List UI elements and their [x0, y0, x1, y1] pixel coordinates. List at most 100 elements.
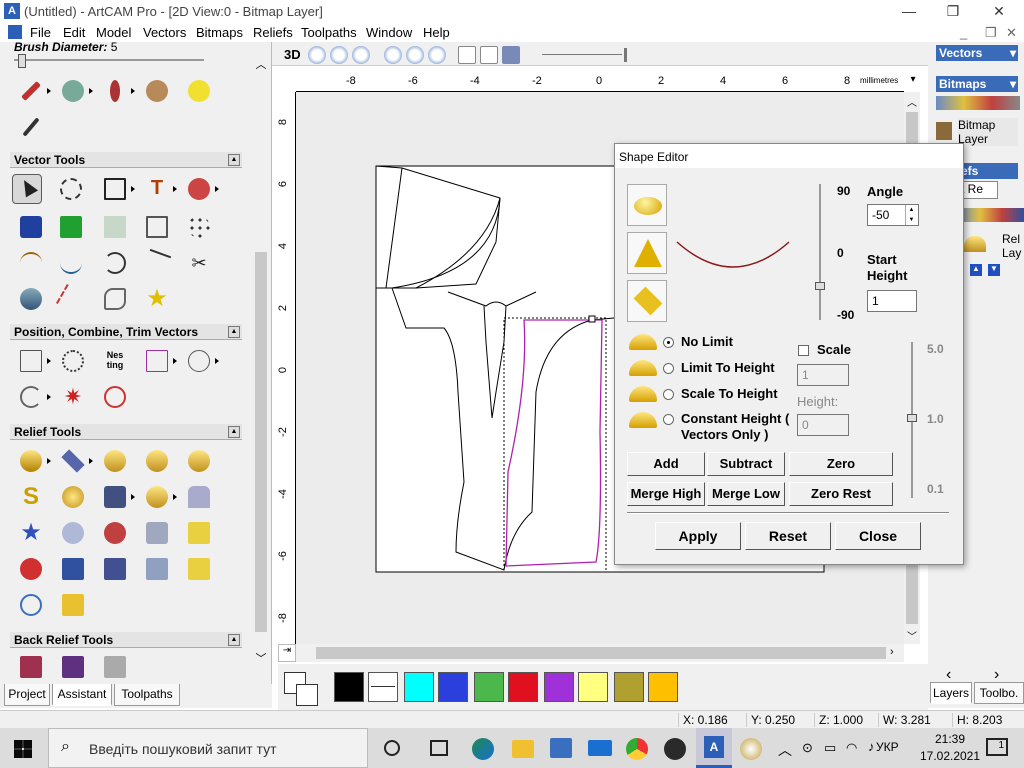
wave-icon[interactable]: [56, 248, 86, 278]
scroll-thumb[interactable]: [255, 252, 267, 632]
spin-relief-icon[interactable]: [184, 446, 214, 476]
swatch-cyan[interactable]: [404, 672, 434, 702]
group-icon[interactable]: [142, 346, 177, 376]
vectors-header[interactable]: Vectors ▾: [936, 45, 1018, 61]
smooth-icon[interactable]: [142, 482, 177, 512]
tab-assistant[interactable]: Assistant: [52, 684, 112, 706]
rectangle-icon[interactable]: [100, 174, 135, 204]
scroll-up-icon[interactable]: ︿: [254, 56, 268, 71]
ruler-toggle-icon[interactable]: ⇥: [278, 644, 296, 662]
constant-height-label[interactable]: Constant Height ( Vectors Only ): [681, 411, 793, 443]
node-edit-icon[interactable]: [56, 174, 86, 204]
snake-icon[interactable]: S: [16, 482, 46, 512]
collapse-icon[interactable]: ▾: [1010, 76, 1016, 92]
wifi-icon[interactable]: ◠: [846, 740, 857, 756]
abc-grid-icon[interactable]: [100, 212, 130, 242]
reliefs-header[interactable]: efs: [958, 163, 1018, 179]
back-relief-3-icon[interactable]: [100, 652, 130, 682]
relief-layer-combo[interactable]: t Re: [958, 181, 998, 199]
secondary-color-icon[interactable]: [296, 684, 318, 706]
bitmap-layer-item[interactable]: Bitmap Layer: [958, 118, 1018, 146]
medical-cross-icon[interactable]: [56, 212, 86, 242]
tab-toolpaths[interactable]: Toolpaths: [114, 684, 180, 706]
mdi-restore-icon[interactable]: ❐: [985, 25, 997, 41]
shape-round-button[interactable]: [627, 184, 667, 226]
offset-star-icon[interactable]: ✷: [58, 382, 88, 412]
no-limit-radio[interactable]: [663, 337, 674, 348]
no-limit-label[interactable]: No Limit: [681, 334, 733, 349]
sphere-mesh-icon[interactable]: [16, 590, 46, 620]
sculpt-icon[interactable]: [184, 482, 214, 512]
view-slider[interactable]: [542, 54, 622, 55]
menu-help[interactable]: Help: [423, 25, 450, 40]
mdi-minimize-icon[interactable]: _: [960, 25, 967, 40]
document-icon[interactable]: [8, 25, 22, 39]
draw-line-icon[interactable]: [16, 112, 46, 142]
minimize-icon[interactable]: —: [886, 0, 932, 22]
scale-relief-icon[interactable]: [184, 554, 214, 584]
view-slider-thumb[interactable]: [624, 48, 627, 62]
add-button[interactable]: Add: [627, 452, 705, 476]
sweep-icon[interactable]: [55, 283, 87, 315]
tab-project[interactable]: Project: [4, 684, 50, 706]
texture-icon[interactable]: [100, 482, 135, 512]
column-icon[interactable]: [58, 554, 88, 584]
swatch-olive[interactable]: [614, 672, 644, 702]
swatch-orange[interactable]: [648, 672, 678, 702]
menu-file[interactable]: File: [30, 25, 51, 40]
zoom-box-icon[interactable]: [352, 46, 370, 64]
apply-button[interactable]: Apply: [655, 522, 741, 550]
trim-scissors-icon[interactable]: ✂: [184, 248, 214, 278]
relief-layer-item[interactable]: Rel Lay: [1002, 232, 1024, 260]
menu-bitmaps[interactable]: Bitmaps: [196, 25, 243, 40]
restore-icon[interactable]: ❐: [930, 0, 976, 22]
profile-icon[interactable]: [100, 284, 130, 314]
battery-icon[interactable]: ▭: [824, 740, 836, 756]
angle-icon[interactable]: [142, 248, 172, 278]
scroll-down-icon[interactable]: ﹀: [254, 650, 268, 665]
circle-array-icon[interactable]: [58, 346, 88, 376]
back-relief-2-icon[interactable]: [58, 652, 88, 682]
grid-icon[interactable]: [142, 212, 172, 242]
angle-slider-thumb[interactable]: [815, 282, 825, 290]
scroll-up-icon[interactable]: ︿: [905, 94, 919, 109]
language-indicator[interactable]: УКР: [876, 740, 899, 754]
swatch-yellow[interactable]: [578, 672, 608, 702]
menu-edit[interactable]: Edit: [63, 25, 85, 40]
clock-time[interactable]: 21:39: [920, 732, 980, 746]
ruler-dropdown-icon[interactable]: ▾: [906, 74, 920, 92]
weave-icon[interactable]: [58, 482, 88, 512]
collapse-icon[interactable]: ▲: [228, 154, 240, 166]
view-mode-3-icon[interactable]: [502, 46, 520, 64]
scale-height-label[interactable]: Scale To Height: [681, 386, 778, 401]
limit-height-label[interactable]: Limit To Height: [681, 360, 775, 375]
task-view-icon[interactable]: [430, 740, 448, 756]
swatch-green[interactable]: [474, 672, 504, 702]
color-picker-icon[interactable]: [100, 76, 135, 106]
mail-icon[interactable]: [588, 740, 612, 756]
zoom-previous-icon[interactable]: [406, 46, 424, 64]
tilt-icon[interactable]: [100, 554, 130, 584]
bitmaps-header[interactable]: Bitmaps ▾: [936, 76, 1018, 92]
bitmap-thumbnail-icon[interactable]: [936, 122, 952, 140]
swatch-purple[interactable]: [544, 672, 574, 702]
height-scale-thumb[interactable]: [907, 414, 917, 422]
star-relief-icon[interactable]: ★: [16, 518, 46, 548]
move-down-icon[interactable]: ▼: [988, 264, 1000, 276]
zoom-in-icon[interactable]: [308, 46, 326, 64]
collapse-icon[interactable]: ▲: [228, 634, 240, 646]
menu-model[interactable]: Model: [96, 25, 131, 40]
back-relief-icon[interactable]: [16, 652, 46, 682]
swatch-black[interactable]: [334, 672, 364, 702]
swatch-blue[interactable]: [438, 672, 468, 702]
close-button[interactable]: Close: [835, 522, 921, 550]
reset-button[interactable]: Reset: [745, 522, 831, 550]
zero-button[interactable]: Zero: [789, 452, 893, 476]
brush-slider-thumb[interactable]: [18, 54, 26, 68]
select-arrow-icon[interactable]: [12, 174, 42, 204]
volume-icon[interactable]: ♪: [868, 739, 875, 754]
shapes-icon[interactable]: [184, 174, 219, 204]
scale-input[interactable]: 1: [797, 364, 849, 386]
position-tools-header[interactable]: Position, Combine, Trim Vectors ▲: [10, 324, 242, 340]
merge-high-button[interactable]: Merge High: [627, 482, 705, 506]
